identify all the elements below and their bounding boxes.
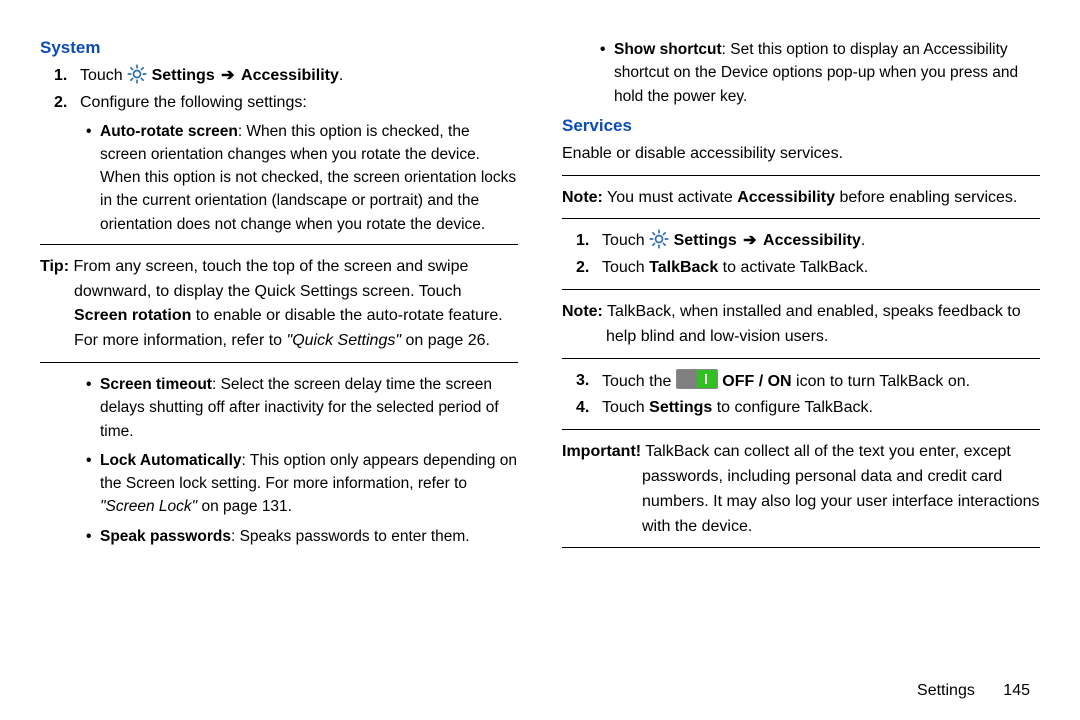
bullet-speak-passwords: Speak passwords: Speaks passwords to ent… (40, 525, 518, 548)
divider (562, 358, 1040, 359)
services-steps-1: 1. Touch Settings ➔ Accessibility. 2. To… (562, 229, 1040, 281)
top-bullets: Show shortcut: Set this option to displa… (562, 38, 1040, 108)
page-footer: Settings 145 (917, 682, 1030, 700)
manual-page: System 1. Touch Settings ➔ Accessibility… (0, 0, 1080, 720)
tip-block: Tip: From any screen, touch the top of t… (40, 255, 518, 354)
services-steps-2: 3. Touch the OFF / ON icon to turn TalkB… (562, 369, 1040, 422)
divider (40, 244, 518, 245)
services-heading: Services (562, 116, 1040, 136)
bullet-lock-automatically: Lock Automatically: This option only app… (40, 449, 518, 519)
note-2: Note: TalkBack, when installed and enabl… (562, 300, 1040, 350)
divider (562, 175, 1040, 176)
settings-icon (127, 64, 147, 84)
footer-section: Settings (917, 682, 975, 699)
bullet-screen-timeout: Screen timeout: Select the screen delay … (40, 373, 518, 443)
services-step-4: 4. Touch Settings to configure TalkBack. (562, 396, 1040, 421)
important-block: Important! TalkBack can collect all of t… (562, 440, 1040, 539)
note-1: Note: You must activate Accessibility be… (562, 186, 1040, 211)
page-number: 145 (1003, 682, 1030, 699)
right-column: Show shortcut: Set this option to displa… (540, 38, 1040, 720)
toggle-icon (676, 369, 718, 389)
services-step-3: 3. Touch the OFF / ON icon to turn TalkB… (562, 369, 1040, 395)
services-step-2: 2. Touch TalkBack to activate TalkBack. (562, 256, 1040, 281)
divider (562, 429, 1040, 430)
services-step-1: 1. Touch Settings ➔ Accessibility. (562, 229, 1040, 254)
system-bullets-1: Auto-rotate screen: When this option is … (40, 120, 518, 236)
divider (562, 289, 1040, 290)
step-2: 2. Configure the following settings: (40, 91, 518, 116)
bullet-auto-rotate: Auto-rotate screen: When this option is … (40, 120, 518, 236)
divider (562, 218, 1040, 219)
divider (562, 547, 1040, 548)
system-heading: System (40, 38, 518, 58)
system-bullets-2: Screen timeout: Select the screen delay … (40, 373, 518, 548)
system-steps: 1. Touch Settings ➔ Accessibility. 2. Co… (40, 64, 518, 116)
step-1: 1. Touch Settings ➔ Accessibility. (40, 64, 518, 89)
divider (40, 362, 518, 363)
settings-icon (649, 229, 669, 249)
services-intro: Enable or disable accessibility services… (562, 142, 1040, 167)
bullet-show-shortcut: Show shortcut: Set this option to displa… (562, 38, 1040, 108)
left-column: System 1. Touch Settings ➔ Accessibility… (40, 38, 540, 720)
